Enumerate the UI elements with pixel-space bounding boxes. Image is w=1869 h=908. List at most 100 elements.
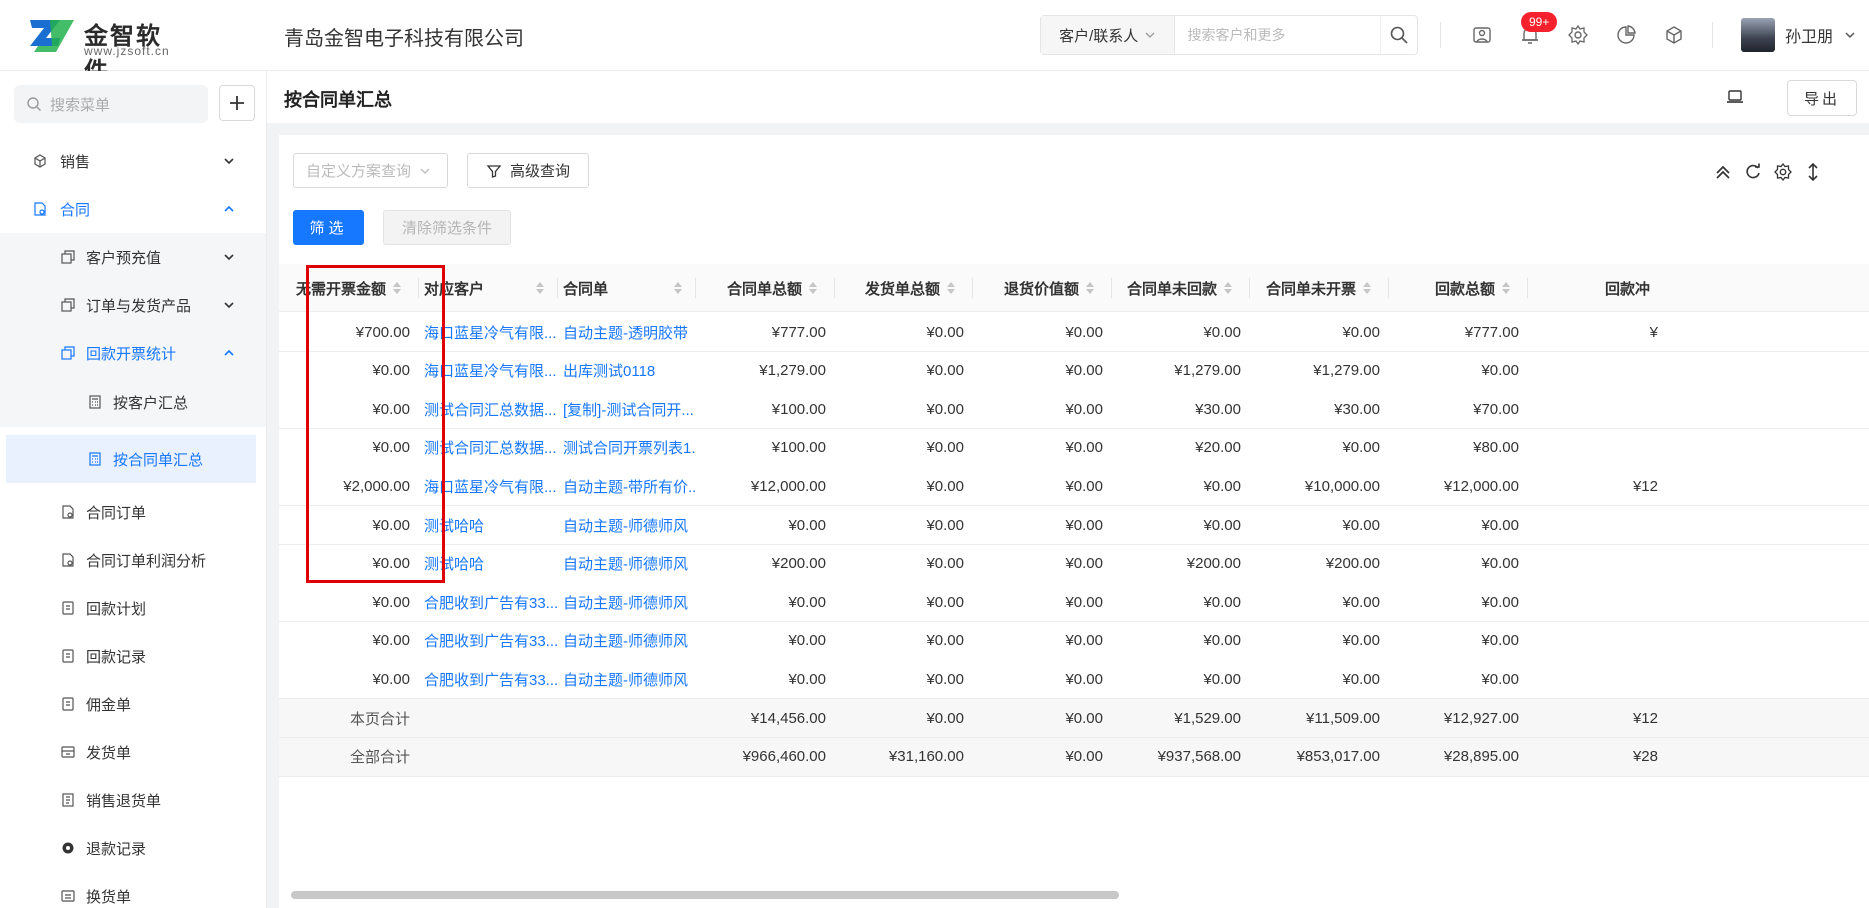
sidebar-item-label: 发货单 xyxy=(86,744,132,762)
sort-icon[interactable] xyxy=(1085,281,1095,295)
sidebar-item-by-contract[interactable]: 按合同单汇总 xyxy=(6,435,256,483)
user-menu[interactable]: 孙卫朋 xyxy=(1741,17,1857,53)
table-cell: ¥ xyxy=(1649,323,1658,341)
sort-icon[interactable] xyxy=(1362,281,1372,295)
sort-icon[interactable] xyxy=(1501,281,1511,295)
column-header[interactable]: 合同单未回款 xyxy=(1111,264,1249,312)
global-search-input[interactable] xyxy=(1175,16,1381,54)
sidebar-item-commission[interactable]: 佣金单 xyxy=(0,680,266,728)
customer-link[interactable]: 测试哈哈 xyxy=(418,545,557,583)
export-button[interactable]: 导出 xyxy=(1787,80,1857,116)
column-header[interactable]: 合同单 xyxy=(557,264,695,312)
table-row[interactable]: ¥0.00 合肥收到广告有33... 自动主题-师德师风 ¥0.00 ¥0.00 ¥0.0… xyxy=(279,660,1869,700)
sidebar-item-by-customer[interactable]: 按客户汇总 xyxy=(0,377,266,427)
menu-search[interactable]: 搜索菜单 xyxy=(14,85,208,123)
column-header[interactable]: 回款总额 xyxy=(1388,264,1527,312)
table-cell: ¥100.00 xyxy=(771,439,826,457)
contract-link[interactable]: 自动主题-师德师风 xyxy=(557,506,695,544)
table-row[interactable]: ¥0.00 测试合同汇总数据... [复制]-测试合同开... ¥100.00 ¥0.0… xyxy=(279,390,1869,430)
sidebar-item-prepaid[interactable]: 客户预充值 xyxy=(0,233,266,281)
divider xyxy=(1712,22,1713,48)
customer-link[interactable]: 测试合同汇总数据... xyxy=(418,429,557,467)
sidebar-item-delivery[interactable]: 发货单 xyxy=(0,728,266,776)
laptop-icon[interactable] xyxy=(1725,87,1745,107)
contract-link[interactable]: 自动主题-师德师风 xyxy=(557,622,695,660)
contract-link[interactable]: 自动主题-透明胶带 xyxy=(557,313,695,351)
sidebar-item-payment-records[interactable]: 回款记录 xyxy=(0,632,266,680)
row-height-icon[interactable] xyxy=(1803,162,1823,182)
sidebar-item-sales[interactable]: 销售 xyxy=(0,137,266,185)
column-header[interactable]: 无需开票金额 xyxy=(279,264,418,312)
sidebar-item-contract[interactable]: 合同 xyxy=(0,185,266,233)
contract-link[interactable]: 自动主题-师德师风 xyxy=(557,545,695,583)
table-row[interactable]: ¥2,000.00 海口蓝星冷气有限... 自动主题-带所有价... ¥12,000.… xyxy=(279,467,1869,507)
collapse-icon[interactable] xyxy=(1713,162,1733,182)
sidebar-item-exchange[interactable]: 换货单 xyxy=(0,872,266,908)
advanced-query-button[interactable]: 高级查询 xyxy=(467,153,589,188)
column-header[interactable]: 退货价值额 xyxy=(972,264,1111,312)
logo[interactable]: 金智软件 www.jzsoft.cn xyxy=(28,14,178,85)
scheme-select[interactable]: 自定义方案查询 xyxy=(293,153,448,188)
sort-icon[interactable] xyxy=(673,281,683,295)
customer-link[interactable]: 合肥收到广告有33... xyxy=(418,660,557,698)
sidebar-item-profit-analysis[interactable]: 合同订单利润分析 xyxy=(0,536,266,584)
sidebar-item-payment-invoice-stats[interactable]: 回款开票统计 xyxy=(0,329,266,377)
sidebar-item-refund[interactable]: 退款记录 xyxy=(0,824,266,872)
table-row[interactable]: ¥700.00 海口蓝星冷气有限... 自动主题-透明胶带 ¥777.00 ¥0.00 ¥… xyxy=(279,313,1869,352)
sidebar-item-payment-plan[interactable]: 回款计划 xyxy=(0,584,266,632)
sidebar-item-sales-return[interactable]: 销售退货单 xyxy=(0,776,266,824)
sort-icon[interactable] xyxy=(808,281,818,295)
chevron-down-icon xyxy=(420,168,430,174)
table-cell: ¥0.00 xyxy=(1065,593,1103,611)
table-cell: ¥0.00 xyxy=(372,593,410,611)
sidebar-item-order-products[interactable]: 订单与发货产品 xyxy=(0,281,266,329)
customer-link[interactable]: 测试合同汇总数据... xyxy=(418,390,557,428)
sort-icon[interactable] xyxy=(946,281,956,295)
contract-link[interactable]: 测试合同开票列表1... xyxy=(557,429,695,467)
column-header[interactable]: 对应客户 xyxy=(418,264,557,312)
gear-icon[interactable] xyxy=(1567,24,1589,46)
horizontal-scrollbar[interactable] xyxy=(279,891,1869,899)
contract-link[interactable]: 自动主题-带所有价... xyxy=(557,467,695,505)
contract-link[interactable]: 出库测试0118 xyxy=(557,352,695,390)
clear-filter-button[interactable]: 清除筛选条件 xyxy=(383,210,511,245)
add-menu-button[interactable] xyxy=(219,85,255,121)
summary-label: 全部合计 xyxy=(349,749,410,767)
table-row[interactable]: ¥0.00 测试合同汇总数据... 测试合同开票列表1... ¥100.00 ¥0.00… xyxy=(279,428,1869,468)
customer-link[interactable]: 海口蓝星冷气有限... xyxy=(418,313,557,351)
table-cell: ¥0.00 xyxy=(1203,516,1241,534)
sort-icon[interactable] xyxy=(392,281,402,295)
table-row[interactable]: ¥0.00 测试哈哈 自动主题-师德师风 ¥200.00 ¥0.00 ¥0.00 ¥200.… xyxy=(279,544,1869,584)
column-header[interactable]: 发货单总额 xyxy=(834,264,972,312)
customer-link[interactable]: 海口蓝星冷气有限... xyxy=(418,467,557,505)
pie-chart-icon[interactable] xyxy=(1615,24,1637,46)
refresh-icon[interactable] xyxy=(1743,162,1763,182)
scrollbar-thumb[interactable] xyxy=(291,891,1119,899)
contacts-icon[interactable] xyxy=(1471,24,1493,46)
table-row[interactable]: ¥0.00 海口蓝星冷气有限... 出库测试0118 ¥1,279.00 ¥0.00 ¥0… xyxy=(279,351,1869,391)
doc-icon xyxy=(62,505,74,519)
table-row[interactable]: ¥0.00 测试哈哈 自动主题-师德师风 ¥0.00 ¥0.00 ¥0.00 ¥0.00 ¥0… xyxy=(279,506,1869,545)
contract-link[interactable]: [复制]-测试合同开... xyxy=(557,390,695,428)
doc-icon xyxy=(62,553,74,567)
sort-icon[interactable] xyxy=(1223,281,1233,295)
search-button[interactable] xyxy=(1380,16,1417,54)
customer-link[interactable]: 海口蓝星冷气有限... xyxy=(418,352,557,390)
column-header[interactable]: 合同单未开票 xyxy=(1249,264,1388,312)
contract-link[interactable]: 自动主题-师德师风 xyxy=(557,583,695,621)
sidebar-item-contract-orders[interactable]: 合同订单 xyxy=(0,488,266,536)
customer-link[interactable]: 合肥收到广告有33... xyxy=(418,583,557,621)
column-header[interactable]: 回款冲 xyxy=(1527,264,1666,312)
search-type-select[interactable]: 客户/联系人 xyxy=(1041,16,1176,54)
table-row[interactable]: ¥0.00 合肥收到广告有33... 自动主题-师德师风 ¥0.00 ¥0.00 ¥0.0… xyxy=(279,583,1869,623)
column-header[interactable]: 合同单总额 xyxy=(695,264,834,312)
filter-button[interactable]: 筛选 xyxy=(293,210,364,245)
sort-icon[interactable] xyxy=(535,281,545,295)
customer-link[interactable]: 测试哈哈 xyxy=(418,506,557,544)
table-row[interactable]: ¥0.00 合肥收到广告有33... 自动主题-师德师风 ¥0.00 ¥0.00 ¥0.0… xyxy=(279,621,1869,661)
contract-link[interactable]: 自动主题-师德师风 xyxy=(557,660,695,698)
gear-icon[interactable] xyxy=(1773,162,1793,182)
cube-icon[interactable] xyxy=(1663,24,1685,46)
customer-link[interactable]: 合肥收到广告有33... xyxy=(418,622,557,660)
user-name: 孙卫朋 xyxy=(1785,29,1834,46)
